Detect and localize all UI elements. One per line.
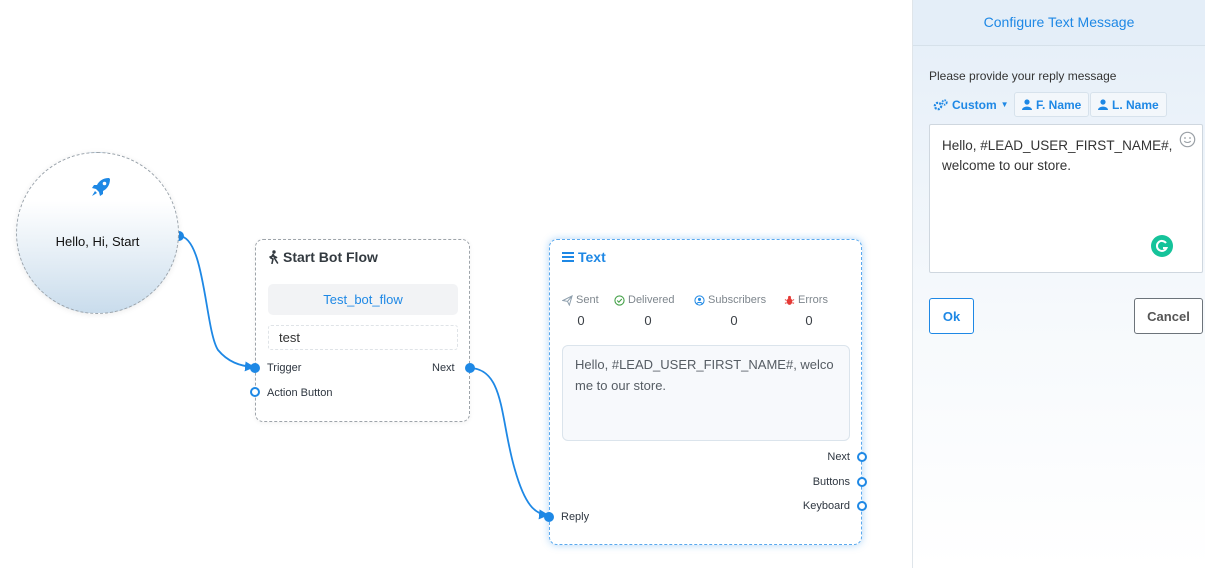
custom-fields-dropdown[interactable]: Custom ▼: [926, 92, 1016, 117]
text-next-port[interactable]: [857, 452, 867, 462]
stat-subscribers: Subscribers 0: [694, 294, 774, 328]
stat-delivered-value: 0: [644, 313, 652, 328]
reply-port[interactable]: [544, 512, 554, 522]
next-port-label: Next: [432, 362, 455, 374]
next-port[interactable]: [465, 363, 475, 373]
action-button-port[interactable]: [250, 387, 260, 397]
reply-message-text: Hello, #LEAD_USER_FIRST_NAME#, welcome t…: [942, 138, 1173, 173]
user-icon: [1098, 99, 1108, 110]
stat-delivered: Delivered 0: [614, 294, 682, 328]
ok-button[interactable]: Ok: [929, 298, 974, 334]
keyboard-port[interactable]: [857, 501, 867, 511]
first-name-tag-button[interactable]: F. Name: [1014, 92, 1090, 117]
emoji-icon[interactable]: [1179, 131, 1196, 148]
stat-sent: Sent 0: [562, 294, 600, 328]
trigger-port-label: Trigger: [267, 362, 302, 374]
buttons-port-label: Buttons: [812, 476, 850, 488]
trigger-port[interactable]: [250, 363, 260, 373]
action-button-port-label: Action Button: [267, 387, 333, 399]
stat-delivered-label: Delivered: [628, 294, 675, 306]
user-circle-icon: [694, 294, 705, 306]
stat-errors-value: 0: [805, 313, 813, 328]
list-icon: [562, 252, 574, 262]
keyboard-port-label: Keyboard: [802, 500, 850, 512]
stat-subscribers-label: Subscribers: [708, 294, 767, 306]
stat-sent-label: Sent: [576, 294, 599, 306]
reply-message-textarea[interactable]: Hello, #LEAD_USER_FIRST_NAME#, welcome t…: [929, 124, 1203, 273]
reply-port-label: Reply: [561, 511, 590, 523]
check-circle-icon: [614, 294, 625, 306]
reply-message-prompt: Please provide your reply message: [929, 69, 1117, 83]
stat-sent-value: 0: [577, 313, 585, 328]
flow-name-button[interactable]: Test_bot_flow: [268, 284, 458, 315]
configure-panel: Configure Text Message Please provide yo…: [912, 0, 1205, 568]
last-name-tag-label: L. Name: [1112, 97, 1159, 112]
start-bot-flow-node[interactable]: Start Bot Flow Test_bot_flow test Trigge…: [250, 239, 475, 422]
bug-icon: [784, 295, 795, 305]
stat-errors: Errors 0: [784, 294, 834, 328]
text-node-title-text: Text: [578, 249, 606, 265]
cogs-icon: [933, 98, 948, 110]
bot-flow-title-text: Start Bot Flow: [283, 249, 378, 265]
text-message-node[interactable]: Text Sent 0 Delivered 0 Subscribers 0 Er…: [544, 239, 867, 545]
bot-flow-title: Start Bot Flow: [268, 249, 378, 265]
custom-label: Custom: [952, 97, 997, 112]
last-name-tag-button[interactable]: L. Name: [1090, 92, 1167, 117]
wire-next-to-reply[interactable]: [468, 367, 549, 520]
caret-down-icon: ▼: [1000, 100, 1009, 109]
flow-text-field[interactable]: test: [268, 325, 458, 350]
user-icon: [1022, 99, 1032, 110]
text-node-title: Text: [562, 249, 606, 265]
grammarly-icon[interactable]: [1151, 235, 1173, 257]
wire-start-to-trigger[interactable]: [178, 235, 255, 372]
stat-errors-label: Errors: [798, 294, 828, 306]
stat-subscribers-value: 0: [730, 313, 738, 328]
paper-plane-icon: [562, 294, 573, 306]
cancel-button[interactable]: Cancel: [1134, 298, 1203, 334]
start-node-keywords: Hello, Hi, Start: [55, 234, 140, 249]
message-preview[interactable]: Hello, #LEAD_USER_FIRST_NAME#, welcome t…: [562, 345, 850, 441]
walking-person-icon: [269, 250, 279, 264]
text-next-port-label: Next: [827, 451, 850, 463]
first-name-tag-label: F. Name: [1036, 97, 1082, 112]
panel-title: Configure Text Message: [913, 0, 1205, 46]
flow-canvas[interactable]: Hello, Hi, Start Start Bot Flow Test_bot…: [0, 0, 912, 568]
buttons-port[interactable]: [857, 477, 867, 487]
rocket-icon: [92, 178, 110, 196]
start-trigger-node[interactable]: Hello, Hi, Start: [16, 152, 179, 314]
